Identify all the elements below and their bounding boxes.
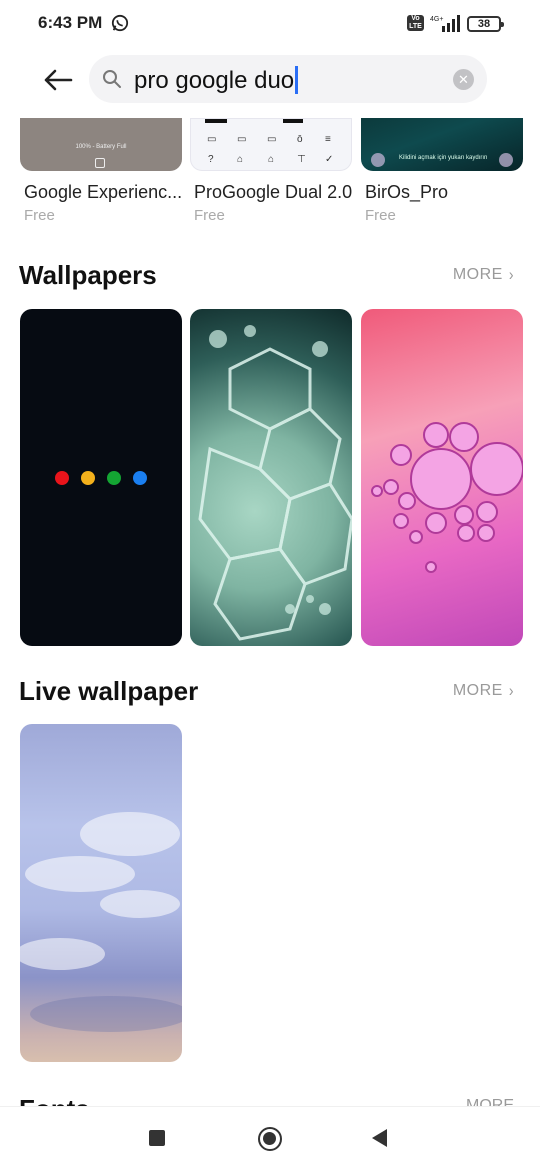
- status-bar: 6:43 PM Vo LTE 4G+ 38: [0, 0, 540, 48]
- app-price: Free: [365, 207, 396, 224]
- battery-icon: 38: [467, 16, 504, 32]
- app-name[interactable]: BirOs_Pro: [365, 182, 527, 203]
- wallpaper-card-bubbles[interactable]: [190, 309, 352, 646]
- system-nav-bar: [0, 1106, 540, 1170]
- section-title-live-wallpaper: Live wallpaper: [19, 676, 199, 706]
- lock-icon: [371, 153, 385, 167]
- chevron-right-icon: ›: [508, 264, 514, 284]
- volte-icon: Vo LTE: [407, 15, 424, 31]
- arrow-left-icon: [44, 69, 73, 91]
- key-icon: ⌂: [268, 154, 275, 165]
- key-icon: ⊤: [297, 154, 306, 165]
- yellow-dot: [81, 471, 95, 485]
- keyboard-bar: [205, 119, 227, 123]
- red-dot: [55, 471, 69, 485]
- app-price: Free: [194, 207, 225, 224]
- section-title-wallpapers: Wallpapers: [19, 260, 157, 290]
- live-wallpaper-card-sky[interactable]: [20, 724, 182, 1062]
- home-button[interactable]: [258, 1127, 282, 1151]
- keyboard-bar: [283, 119, 303, 123]
- key-icon: ō: [297, 134, 303, 145]
- wallpaper-card-oil-drops[interactable]: [361, 309, 523, 646]
- status-time: 6:43 PM: [38, 13, 103, 32]
- app-thumbnail-progoogle-dual[interactable]: ▭ ▭ ▭ ō ≡ ? ⌂ ⌂ ⊤ ✓: [190, 118, 352, 171]
- more-label: MORE: [452, 266, 503, 283]
- lock-icon: [95, 158, 105, 168]
- clear-search-button[interactable]: ✕: [453, 69, 474, 90]
- key-icon: ⌂: [237, 154, 244, 165]
- more-label: MORE: [452, 682, 503, 699]
- key-icon: ▭: [207, 134, 217, 145]
- search-input[interactable]: pro google duo ✕: [89, 55, 487, 103]
- back-button[interactable]: [40, 62, 76, 98]
- app-name[interactable]: Google Experienc...: [24, 182, 186, 203]
- live-wallpaper-more-link[interactable]: MORE ›: [452, 680, 514, 700]
- signal-icon: 4G+: [430, 15, 460, 32]
- key-icon: ▭: [267, 134, 277, 145]
- app-name[interactable]: ProGoogle Dual 2.0: [194, 182, 356, 203]
- network-label: 4G+: [430, 16, 443, 23]
- search-query: pro google duo: [134, 67, 295, 94]
- oil-drops-art: [371, 422, 523, 573]
- back-nav-button[interactable]: [372, 1129, 387, 1147]
- thumbnail-text: 100% - Battery Full: [75, 144, 127, 150]
- key-icon: ▭: [237, 134, 247, 145]
- app-thumbnail-biros-pro[interactable]: Kilidini açmak için yukarı kaydırın: [361, 118, 523, 171]
- app-thumbnail-google-experience[interactable]: 100% - Battery Full: [20, 118, 182, 171]
- camera-icon: [499, 153, 513, 167]
- green-dot: [107, 471, 121, 485]
- text-caret: [295, 66, 299, 94]
- wallpaper-card-dots[interactable]: [20, 309, 182, 646]
- whatsapp-icon: [111, 14, 129, 32]
- blue-dot: [133, 471, 147, 485]
- thumbnail-text: Kilidini açmak için yukarı kaydırın: [399, 155, 488, 161]
- app-price: Free: [24, 207, 55, 224]
- key-icon: ?: [208, 154, 214, 165]
- sky-art: [20, 812, 182, 1032]
- chevron-right-icon: ›: [508, 680, 514, 700]
- key-icon: ✓: [325, 154, 334, 165]
- bubbles-art: [198, 325, 352, 641]
- key-icon: ≡: [325, 134, 331, 145]
- recents-button[interactable]: [149, 1130, 165, 1146]
- wallpapers-more-link[interactable]: MORE ›: [452, 264, 514, 284]
- search-icon: [103, 70, 121, 88]
